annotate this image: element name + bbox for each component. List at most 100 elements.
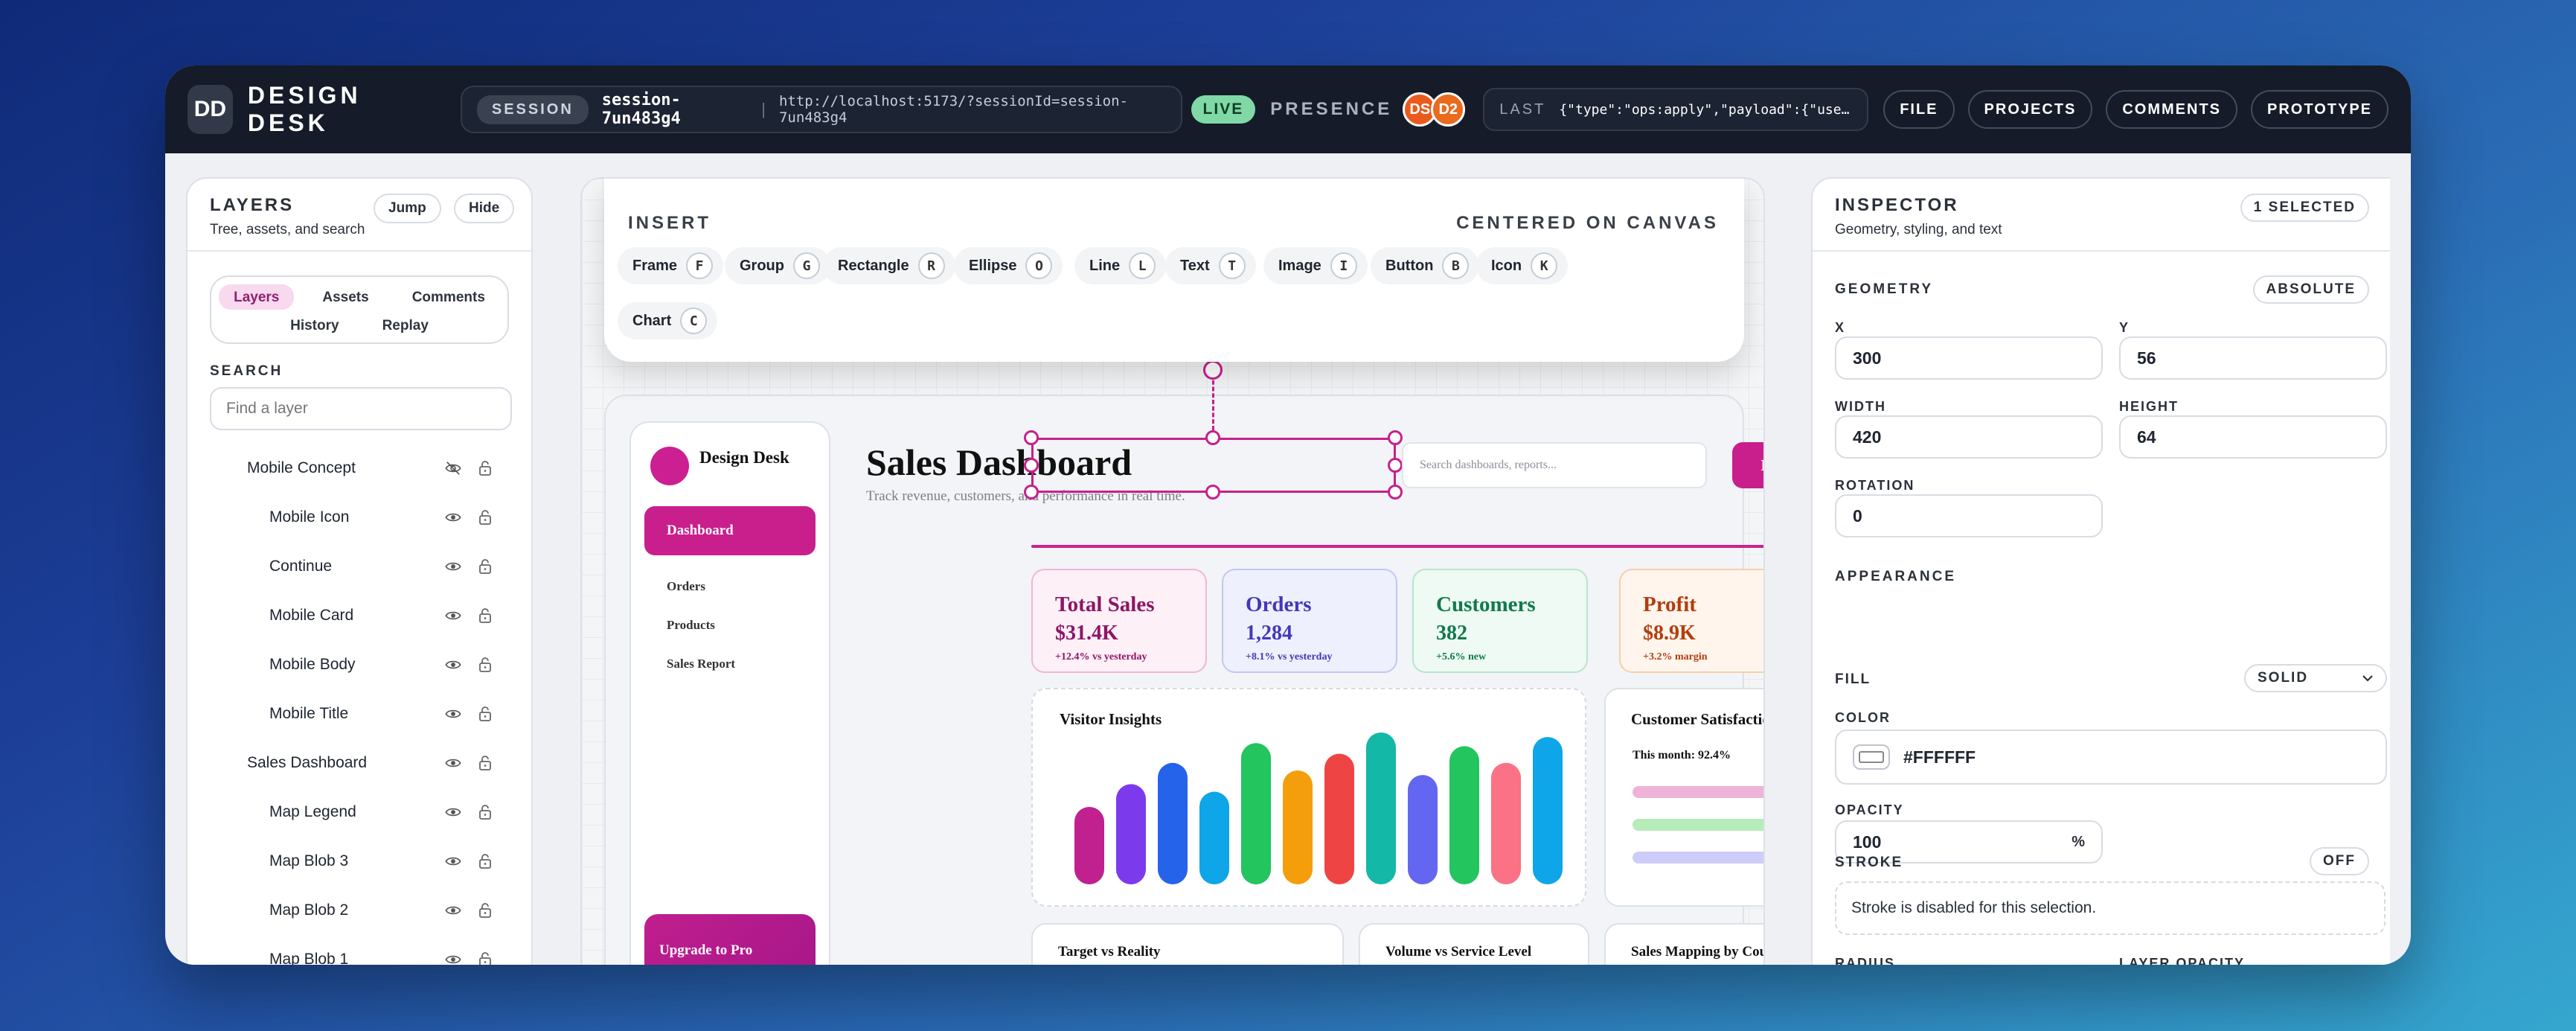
color-swatch[interactable] <box>1853 744 1890 770</box>
eye-icon[interactable] <box>445 902 461 922</box>
layer-search-input[interactable] <box>210 387 512 430</box>
tab-assets[interactable]: Assets <box>307 284 383 310</box>
insert-tool-frame[interactable]: Frame F <box>618 247 724 284</box>
unlock-icon[interactable] <box>478 754 493 776</box>
unlock-icon[interactable] <box>478 459 493 481</box>
prototype-menu-button[interactable]: PROTOTYPE <box>2251 90 2389 129</box>
layer-row[interactable]: Sales Dashboard <box>188 738 531 788</box>
resize-handle-sw[interactable] <box>1024 485 1039 499</box>
layer-row[interactable]: Map Blob 2 <box>188 886 531 935</box>
unlock-icon[interactable] <box>478 803 493 825</box>
position-mode-toggle[interactable]: ABSOLUTE <box>2252 275 2369 304</box>
unlock-icon[interactable] <box>478 656 493 677</box>
insert-tool-line[interactable]: Line L <box>1074 247 1167 284</box>
dashboard-nav-products[interactable]: Products <box>667 618 715 633</box>
layer-row[interactable]: Mobile Card <box>188 591 531 640</box>
customer-satisfaction-card[interactable]: Customer Satisfaction This month: 92.4% <box>1604 688 1763 907</box>
fill-mode-select[interactable]: SOLID <box>2244 664 2387 692</box>
stat-card[interactable]: Total Sales $31.4K +12.4% vs yesterday <box>1031 569 1207 673</box>
avatar[interactable]: D2 <box>1431 92 1466 127</box>
dashboard-search[interactable]: Search dashboards, reports... <box>1402 442 1707 488</box>
canvas[interactable]: INSERT CENTERED ON CANVAS Frame F Group G Re… <box>580 177 1765 965</box>
eye-icon[interactable] <box>445 853 461 873</box>
presence-label: PRESENCE <box>1270 99 1393 119</box>
hide-button[interactable]: Hide <box>454 194 515 223</box>
resize-handle-nw[interactable] <box>1024 430 1039 445</box>
dashboard-sidebar[interactable]: Design Desk Dashboard Orders Products Sa… <box>629 421 830 965</box>
tab-comments[interactable]: Comments <box>397 284 500 310</box>
unlock-icon[interactable] <box>478 901 493 923</box>
eye-icon[interactable] <box>445 657 461 677</box>
eye-icon[interactable] <box>445 509 461 529</box>
unlock-icon[interactable] <box>478 705 493 727</box>
dashboard-nav-sales-report[interactable]: Sales Report <box>667 657 735 671</box>
resize-handle-n[interactable] <box>1205 430 1220 445</box>
tab-replay[interactable]: Replay <box>368 313 443 338</box>
resize-handle-ne[interactable] <box>1388 430 1403 445</box>
jump-button[interactable]: Jump <box>374 194 441 223</box>
rotation-handle[interactable] <box>1203 360 1223 380</box>
resize-handle-s[interactable] <box>1205 485 1220 499</box>
dashboard-nav-active[interactable]: Dashboard <box>644 506 816 555</box>
visitor-bar <box>1449 746 1479 884</box>
eye-icon[interactable] <box>445 706 461 726</box>
eye-off-icon[interactable] <box>445 460 461 480</box>
insert-tool-button[interactable]: Button B <box>1371 247 1480 284</box>
volume-vs-service-card[interactable]: Volume vs Service Level <box>1359 923 1589 965</box>
layer-row[interactable]: Mobile Concept <box>188 444 531 493</box>
eye-icon[interactable] <box>445 804 461 824</box>
stroke-toggle[interactable]: OFF <box>2310 847 2369 875</box>
layer-row[interactable]: Mobile Body <box>188 640 531 689</box>
eye-icon[interactable] <box>445 951 461 965</box>
eye-icon[interactable] <box>445 558 461 578</box>
insert-tool-rectangle[interactable]: Rectangle R <box>823 247 955 284</box>
comments-menu-button[interactable]: COMMENTS <box>2106 90 2238 129</box>
layer-row[interactable]: Map Legend <box>188 788 531 837</box>
insert-tool-chart[interactable]: Chart C <box>618 302 718 339</box>
insert-tool-label: Button <box>1385 257 1434 274</box>
eye-icon[interactable] <box>445 607 461 628</box>
session-url[interactable]: http://localhost:5173/?sessionId=session… <box>779 93 1166 126</box>
y-input[interactable]: 56 <box>2119 336 2387 380</box>
unlock-icon[interactable] <box>478 607 493 628</box>
resize-handle-e[interactable] <box>1388 458 1403 473</box>
height-input[interactable]: 64 <box>2119 415 2387 459</box>
layer-row[interactable]: Mobile Icon <box>188 493 531 542</box>
insert-tool-icon[interactable]: Icon K <box>1476 247 1569 284</box>
projects-menu-button[interactable]: PROJECTS <box>1967 90 2093 129</box>
resize-handle-se[interactable] <box>1388 485 1403 499</box>
insert-tool-image[interactable]: Image I <box>1263 247 1368 284</box>
rotation-input[interactable]: 0 <box>1835 494 2103 537</box>
stroke-label: STROKE <box>1835 855 1903 870</box>
layer-row[interactable]: Continue <box>188 542 531 591</box>
color-input[interactable]: #FFFFFF <box>1835 730 2387 785</box>
eye-icon[interactable] <box>445 755 461 775</box>
dashboard-export-button[interactable]: Export <box>1732 442 1763 488</box>
unlock-icon[interactable] <box>478 558 493 579</box>
width-input[interactable]: 420 <box>1835 415 2103 459</box>
geometry-label: GEOMETRY <box>1835 281 1934 297</box>
x-input[interactable]: 300 <box>1835 336 2103 380</box>
upgrade-card[interactable]: Upgrade to Pro <box>644 914 816 965</box>
stat-card[interactable]: Orders 1,284 +8.1% vs yesterday <box>1222 569 1397 673</box>
visitor-insights-card[interactable]: Visitor Insights <box>1031 688 1586 907</box>
unlock-icon[interactable] <box>478 852 493 874</box>
stat-card[interactable]: Profit $8.9K +3.2% margin <box>1619 569 1763 673</box>
target-vs-reality-card[interactable]: Target vs Reality <box>1031 923 1344 965</box>
layer-row[interactable]: Map Blob 1 <box>188 935 531 965</box>
insert-tool-group[interactable]: Group G <box>725 247 830 284</box>
layer-row[interactable]: Mobile Title <box>188 689 531 738</box>
unlock-icon[interactable] <box>478 508 493 530</box>
dashboard-title[interactable]: Sales Dashboard <box>866 441 1132 484</box>
layer-row[interactable]: Map Blob 3 <box>188 837 531 886</box>
insert-tool-ellipse[interactable]: Ellipse O <box>954 247 1063 284</box>
stat-card[interactable]: Customers 382 +5.6% new <box>1412 569 1588 673</box>
tab-layers[interactable]: Layers <box>219 284 295 310</box>
file-menu-button[interactable]: FILE <box>1883 90 1955 129</box>
tab-history[interactable]: History <box>275 313 353 338</box>
resize-handle-w[interactable] <box>1024 458 1039 473</box>
dashboard-nav-orders[interactable]: Orders <box>667 579 705 594</box>
sales-mapping-card[interactable]: Sales Mapping by Country <box>1604 923 1763 965</box>
insert-tool-text[interactable]: Text T <box>1165 247 1256 284</box>
unlock-icon[interactable] <box>478 951 493 965</box>
